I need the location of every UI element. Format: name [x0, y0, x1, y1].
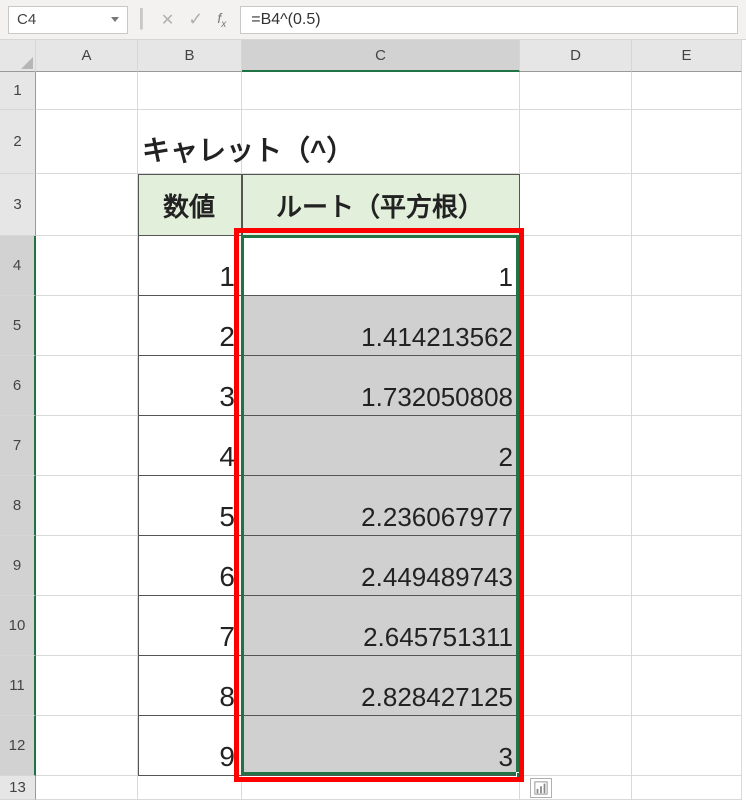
formula-bar-icons: ✕ ✓ fx [155, 9, 232, 30]
cell-C1[interactable] [242, 72, 520, 110]
chevron-down-icon[interactable] [111, 17, 119, 22]
formula-input[interactable]: =B4^(0.5) [240, 6, 738, 34]
row-header-10[interactable]: 10 [0, 596, 36, 656]
cell-E7[interactable] [632, 416, 742, 476]
row-header-13[interactable]: 13 [0, 776, 36, 800]
cancel-icon[interactable]: ✕ [161, 10, 174, 30]
cell-A6[interactable] [36, 356, 138, 416]
grid[interactable]: キャレット（^）数値ルート（平方根）1121.41421356231.73205… [36, 72, 742, 800]
cell-A3[interactable] [36, 174, 138, 236]
cell-D10[interactable] [520, 596, 632, 656]
quick-analysis-icon [534, 781, 548, 795]
cell-D1[interactable] [520, 72, 632, 110]
cell-A10[interactable] [36, 596, 138, 656]
cell-number-12[interactable]: 9 [138, 716, 242, 776]
cell-root-9[interactable]: 2.449489743 [242, 536, 520, 596]
confirm-icon[interactable]: ✓ [188, 9, 203, 30]
cell-D5[interactable] [520, 296, 632, 356]
cell-number-9[interactable]: 6 [138, 536, 242, 596]
cell-A4[interactable] [36, 236, 138, 296]
cell-E4[interactable] [632, 236, 742, 296]
name-box[interactable]: C4 [8, 6, 128, 34]
cell-E8[interactable] [632, 476, 742, 536]
cell-E6[interactable] [632, 356, 742, 416]
cell-E2[interactable] [632, 110, 742, 174]
cell-E10[interactable] [632, 596, 742, 656]
row-header-8[interactable]: 8 [0, 476, 36, 536]
cell-root-11[interactable]: 2.828427125 [242, 656, 520, 716]
cell-D3[interactable] [520, 174, 632, 236]
row-header-9[interactable]: 9 [0, 536, 36, 596]
cell-E12[interactable] [632, 716, 742, 776]
cell-A1[interactable] [36, 72, 138, 110]
row-header-1[interactable]: 1 [0, 72, 36, 110]
cell-D2[interactable] [520, 110, 632, 174]
column-header-B[interactable]: B [138, 40, 242, 72]
row-header-11[interactable]: 11 [0, 656, 36, 716]
cell-A13[interactable] [36, 776, 138, 800]
cell-D6[interactable] [520, 356, 632, 416]
cell-D8[interactable] [520, 476, 632, 536]
cell-D4[interactable] [520, 236, 632, 296]
cell-E13[interactable] [632, 776, 742, 800]
cell-D12[interactable] [520, 716, 632, 776]
column-header-A[interactable]: A [36, 40, 138, 72]
cell-C13[interactable] [242, 776, 520, 800]
row-header-2[interactable]: 2 [0, 110, 36, 174]
cell-root-4[interactable]: 1 [242, 236, 520, 296]
cell-D7[interactable] [520, 416, 632, 476]
cell-root-12[interactable]: 3 [242, 716, 520, 776]
name-box-value: C4 [17, 11, 36, 28]
cell-E3[interactable] [632, 174, 742, 236]
cell-B13[interactable] [138, 776, 242, 800]
cell-number-11[interactable]: 8 [138, 656, 242, 716]
cell-number-7[interactable]: 4 [138, 416, 242, 476]
cell-number-6[interactable]: 3 [138, 356, 242, 416]
cell-A8[interactable] [36, 476, 138, 536]
formula-bar: C4 ┃ ✕ ✓ fx =B4^(0.5) [0, 0, 746, 40]
cell-A9[interactable] [36, 536, 138, 596]
title-cell[interactable]: キャレット（^） [138, 110, 242, 174]
column-headers: ABCDE [36, 40, 742, 72]
column-header-C[interactable]: C [242, 40, 520, 72]
fx-icon[interactable]: fx [217, 10, 226, 30]
row-header-12[interactable]: 12 [0, 716, 36, 776]
quick-analysis-tag[interactable] [530, 778, 552, 798]
cell-E5[interactable] [632, 296, 742, 356]
column-header-E[interactable]: E [632, 40, 742, 72]
separator: ┃ [136, 9, 147, 30]
header-number[interactable]: 数値 [138, 174, 242, 236]
cell-number-5[interactable]: 2 [138, 296, 242, 356]
cell-number-10[interactable]: 7 [138, 596, 242, 656]
column-header-D[interactable]: D [520, 40, 632, 72]
select-all-triangle[interactable] [0, 40, 36, 72]
cell-A7[interactable] [36, 416, 138, 476]
cell-A5[interactable] [36, 296, 138, 356]
cell-D11[interactable] [520, 656, 632, 716]
row-header-6[interactable]: 6 [0, 356, 36, 416]
header-root[interactable]: ルート（平方根） [242, 174, 520, 236]
cell-A11[interactable] [36, 656, 138, 716]
cell-number-4[interactable]: 1 [138, 236, 242, 296]
row-header-5[interactable]: 5 [0, 296, 36, 356]
cell-D9[interactable] [520, 536, 632, 596]
cell-E11[interactable] [632, 656, 742, 716]
cell-root-10[interactable]: 2.645751311 [242, 596, 520, 656]
row-header-3[interactable]: 3 [0, 174, 36, 236]
row-header-4[interactable]: 4 [0, 236, 36, 296]
cell-root-6[interactable]: 1.732050808 [242, 356, 520, 416]
row-header-7[interactable]: 7 [0, 416, 36, 476]
formula-text: =B4^(0.5) [251, 11, 320, 29]
cell-E1[interactable] [632, 72, 742, 110]
cell-root-5[interactable]: 1.414213562 [242, 296, 520, 356]
cell-root-7[interactable]: 2 [242, 416, 520, 476]
cell-B1[interactable] [138, 72, 242, 110]
cell-E9[interactable] [632, 536, 742, 596]
cell-root-8[interactable]: 2.236067977 [242, 476, 520, 536]
row-headers: 12345678910111213 [0, 72, 36, 800]
fill-handle[interactable] [516, 772, 524, 780]
cell-A12[interactable] [36, 716, 138, 776]
cell-A2[interactable] [36, 110, 138, 174]
cell-number-8[interactable]: 5 [138, 476, 242, 536]
